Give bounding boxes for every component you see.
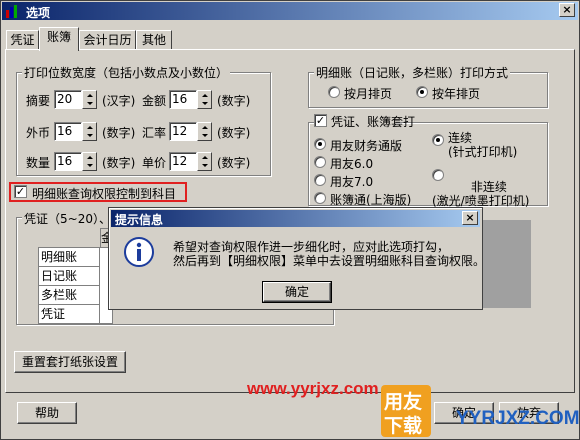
dialog-ok-button[interactable]: 确定 <box>262 281 332 303</box>
dialog-title: 提示信息 <box>115 213 164 227</box>
watermark-brand: YYRJXZ.COM <box>456 408 580 429</box>
exchange-rate-width-input[interactable]: 12 <box>169 122 197 141</box>
amount-width-spinner[interactable] <box>197 90 212 109</box>
quantity-unit: (数字) <box>102 156 136 170</box>
table-row-multicolumn: 多栏账 <box>38 285 100 305</box>
title-bar[interactable]: 选项 × <box>2 2 578 20</box>
format-radio-1[interactable] <box>314 156 326 168</box>
info-icon <box>124 237 154 267</box>
by-year-label: 按年排页 <box>432 87 481 101</box>
dialog-title-bar[interactable]: 提示信息 × <box>111 210 480 227</box>
foreign-currency-width-spinner[interactable] <box>82 122 97 141</box>
format-label-3: 账簿通(上海版) <box>330 193 412 207</box>
tab-accounting-calendar[interactable]: 会计日历 <box>79 30 136 50</box>
foreign-currency-label: 外币 <box>26 126 51 140</box>
by-year-radio[interactable] <box>416 86 428 98</box>
app-icon <box>6 5 17 18</box>
table-row-detail: 明细账 <box>38 247 100 267</box>
quantity-label: 数量 <box>26 156 51 170</box>
format-label-0: 用友财务通版 <box>330 139 403 153</box>
exchange-rate-unit: (数字) <box>217 126 251 140</box>
summary-label: 摘要 <box>26 94 51 108</box>
unit-price-width-input[interactable]: 12 <box>169 152 197 171</box>
dialog-close-button[interactable]: × <box>462 211 478 225</box>
foreign-currency-unit: (数字) <box>102 126 136 140</box>
by-month-radio[interactable] <box>328 86 340 98</box>
table-row-voucher: 凭证 <box>38 304 100 324</box>
quantity-width-spinner[interactable] <box>82 152 97 171</box>
unit-price-label: 单价 <box>142 156 167 170</box>
help-button[interactable]: 帮助 <box>17 402 77 424</box>
info-dialog: 提示信息 × 希望对查询权限作进一步细化时，应对此选项打勾， 然后再到【明细权限… <box>108 207 486 310</box>
exchange-rate-label: 汇率 <box>142 126 167 140</box>
voucher-book-checkbox[interactable]: ✓ <box>314 114 327 127</box>
permission-label: 明细账查询权限控制到科目 <box>32 187 177 201</box>
amount-label: 金额 <box>142 94 167 108</box>
permission-checkbox[interactable]: ✓ <box>14 185 27 198</box>
reset-paper-button[interactable]: 重置套打纸张设置 <box>14 351 126 373</box>
table-row-journal: 日记账 <box>38 266 100 286</box>
watermark-url: www.yyrjxz.com <box>247 379 379 398</box>
watermark-logo: 用友 下载 <box>381 385 431 437</box>
detail-print-legend: 明细账（日记账，多栏账）打印方式 <box>314 64 511 81</box>
window-title: 选项 <box>26 6 51 20</box>
logo-top: 用友 <box>384 391 423 413</box>
dialog-message-2: 然后再到【明细权限】菜单中去设置明细账科目查询权限。 <box>173 254 486 268</box>
close-button[interactable]: × <box>559 3 575 17</box>
amount-width-input[interactable]: 16 <box>169 90 197 109</box>
continuous-label: 连续 (针式打印机) <box>448 131 518 159</box>
tab-ledger[interactable]: 账簿 <box>39 27 79 51</box>
options-window: 选项 × 凭证 账簿 会计日历 其他 打印位数宽度（包括小数点及小数位） 摘要 … <box>0 0 580 440</box>
amount-unit: (数字) <box>217 94 251 108</box>
quantity-width-input[interactable]: 16 <box>54 152 82 171</box>
tab-other[interactable]: 其他 <box>136 30 172 50</box>
summary-width-spinner[interactable] <box>82 90 97 109</box>
summary-unit: (汉字) <box>102 94 136 108</box>
tab-voucher[interactable]: 凭证 <box>6 30 39 50</box>
print-width-legend: 打印位数宽度（包括小数点及小数位） <box>22 64 231 81</box>
foreign-currency-width-input[interactable]: 16 <box>54 122 82 141</box>
unit-price-unit: (数字) <box>217 156 251 170</box>
exchange-rate-width-spinner[interactable] <box>197 122 212 141</box>
by-month-label: 按月排页 <box>344 87 393 101</box>
format-radio-3[interactable] <box>314 192 326 204</box>
non-continuous-text: 非连续 (激光/喷墨打印机) <box>432 180 530 208</box>
format-label-1: 用友6.0 <box>330 157 374 171</box>
format-radio-0[interactable] <box>314 138 326 150</box>
continuous-radio[interactable] <box>432 134 444 146</box>
voucher-book-legend: 凭证、账簿套打 <box>331 115 416 129</box>
format-radio-2[interactable] <box>314 174 326 186</box>
logo-bottom: 下载 <box>384 415 423 437</box>
unit-price-width-spinner[interactable] <box>197 152 212 171</box>
format-label-2: 用友7.0 <box>330 175 374 189</box>
summary-width-input[interactable]: 20 <box>54 90 82 109</box>
